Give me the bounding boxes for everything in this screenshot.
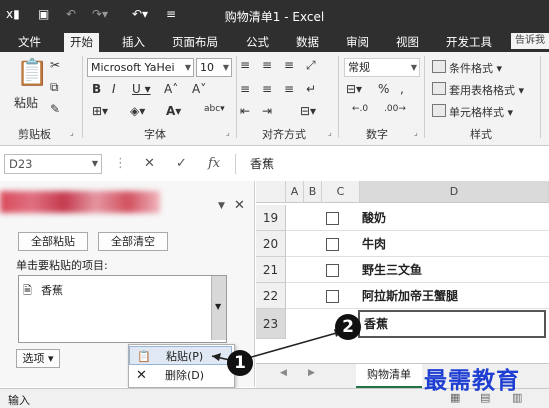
step-marker-1: 1: [227, 350, 253, 376]
arrow-line-2: [247, 331, 341, 359]
step-marker-2: 2: [335, 314, 361, 340]
annotation-arrows: [211, 329, 343, 362]
watermark-text: 最需教育: [424, 367, 520, 394]
